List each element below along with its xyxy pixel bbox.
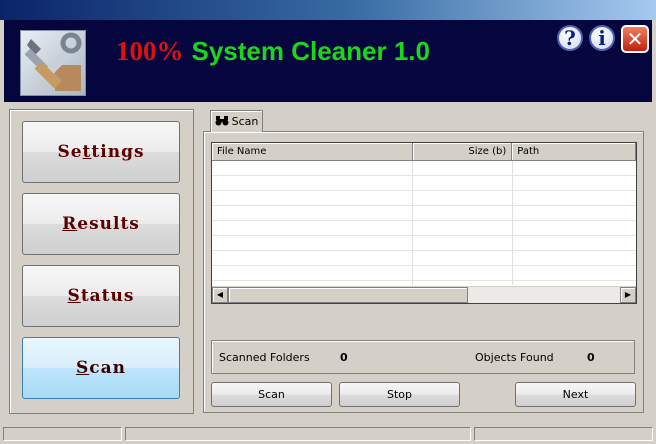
sidebar: Se t tings Results Status Scan: [9, 109, 194, 414]
table-row[interactable]: [212, 221, 636, 236]
sidebar-item-hotkey: S: [67, 286, 81, 306]
binoculars-icon: [215, 115, 229, 129]
status-pane: [125, 427, 471, 441]
scrollbar-thumb[interactable]: [228, 287, 468, 303]
table-row[interactable]: [212, 206, 636, 221]
column-divider: [412, 161, 413, 285]
sidebar-item-label: can: [89, 358, 126, 378]
sidebar-item-settings[interactable]: Se t tings: [22, 121, 180, 183]
sidebar-item-hotkey: R: [62, 214, 78, 234]
sidebar-item-label: Se: [57, 142, 83, 162]
table-row[interactable]: [212, 161, 636, 176]
status-pane: [3, 427, 122, 441]
sidebar-item-status[interactable]: Status: [22, 265, 180, 327]
sidebar-item-hotkey: S: [75, 358, 90, 378]
info-icon[interactable]: i: [589, 25, 615, 51]
status-pane: [474, 427, 653, 441]
sidebar-item-label: tings: [91, 142, 145, 162]
table-row[interactable]: [212, 251, 636, 266]
results-table[interactable]: File Name Size (b) Path ◀ ▶: [211, 142, 637, 304]
table-row[interactable]: [212, 176, 636, 191]
sidebar-item-hotkey: t: [82, 142, 92, 162]
column-header-size[interactable]: Size (b): [412, 143, 513, 160]
scan-button[interactable]: Scan: [211, 382, 332, 407]
objects-found-label: Objects Found: [475, 351, 554, 364]
table-row[interactable]: [212, 236, 636, 251]
scanned-folders-value: 0: [340, 351, 348, 364]
tools-icon: [20, 30, 86, 96]
table-row[interactable]: [212, 266, 636, 281]
column-header-file-name[interactable]: File Name: [212, 143, 413, 160]
scan-stats: Scanned Folders 0 Objects Found 0: [211, 340, 635, 374]
column-divider: [512, 161, 513, 285]
help-icon[interactable]: ?: [557, 25, 583, 51]
app-title-name: System Cleaner 1.0: [191, 36, 430, 66]
tab-label: Scan: [231, 115, 259, 128]
window-titlebar[interactable]: [0, 0, 656, 20]
scanned-folders-label: Scanned Folders: [219, 351, 310, 364]
sidebar-item-scan[interactable]: Scan: [22, 337, 180, 399]
status-bar: [0, 424, 656, 444]
sidebar-item-label: esults: [77, 214, 140, 234]
tab-scan[interactable]: Scan: [210, 110, 263, 132]
sidebar-item-results[interactable]: Results: [22, 193, 180, 255]
app-title: 100% System Cleaner 1.0: [116, 36, 430, 67]
stop-button[interactable]: Stop: [339, 382, 460, 407]
scroll-right-icon[interactable]: ▶: [620, 287, 636, 303]
table-header: File Name Size (b) Path: [212, 143, 636, 161]
close-icon[interactable]: ✕: [621, 25, 649, 53]
next-button[interactable]: Next: [515, 382, 636, 407]
app-header: 100% System Cleaner 1.0 ? i ✕: [4, 20, 652, 102]
app-title-percent: 100%: [116, 36, 184, 66]
column-header-path[interactable]: Path: [512, 143, 636, 160]
scroll-left-icon[interactable]: ◀: [212, 287, 228, 303]
objects-found-value: 0: [587, 351, 595, 364]
table-row[interactable]: [212, 191, 636, 206]
horizontal-scrollbar[interactable]: ◀ ▶: [212, 286, 636, 303]
sidebar-item-label: tatus: [80, 286, 135, 306]
